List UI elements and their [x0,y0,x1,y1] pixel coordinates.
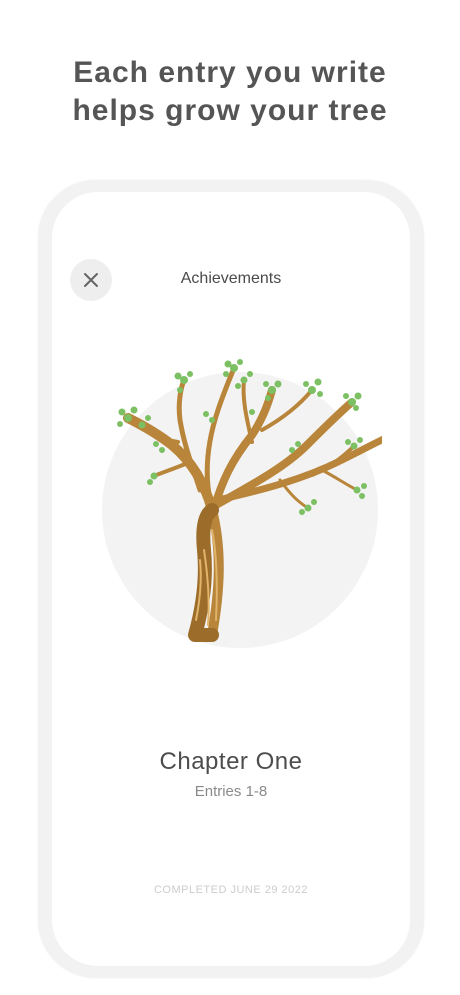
phone-frame: Achievements Chapter One Entries 1-8 COM… [38,180,424,978]
headline-line-2: helps grow your tree [72,94,388,127]
chapter-entries: Entries 1-8 [194,783,268,800]
headline: Each entry you write helps grow your tre… [0,54,460,130]
screen-title: Achievements [180,270,282,287]
chapter-title: Chapter One [159,748,303,775]
phone-screen: Achievements Chapter One Entries 1-8 COM… [52,192,410,966]
completed-date: COMPLETED JUNE 29 2022 [153,884,309,896]
tree-illustration [102,359,382,648]
headline-line-1: Each entry you write [73,56,387,89]
